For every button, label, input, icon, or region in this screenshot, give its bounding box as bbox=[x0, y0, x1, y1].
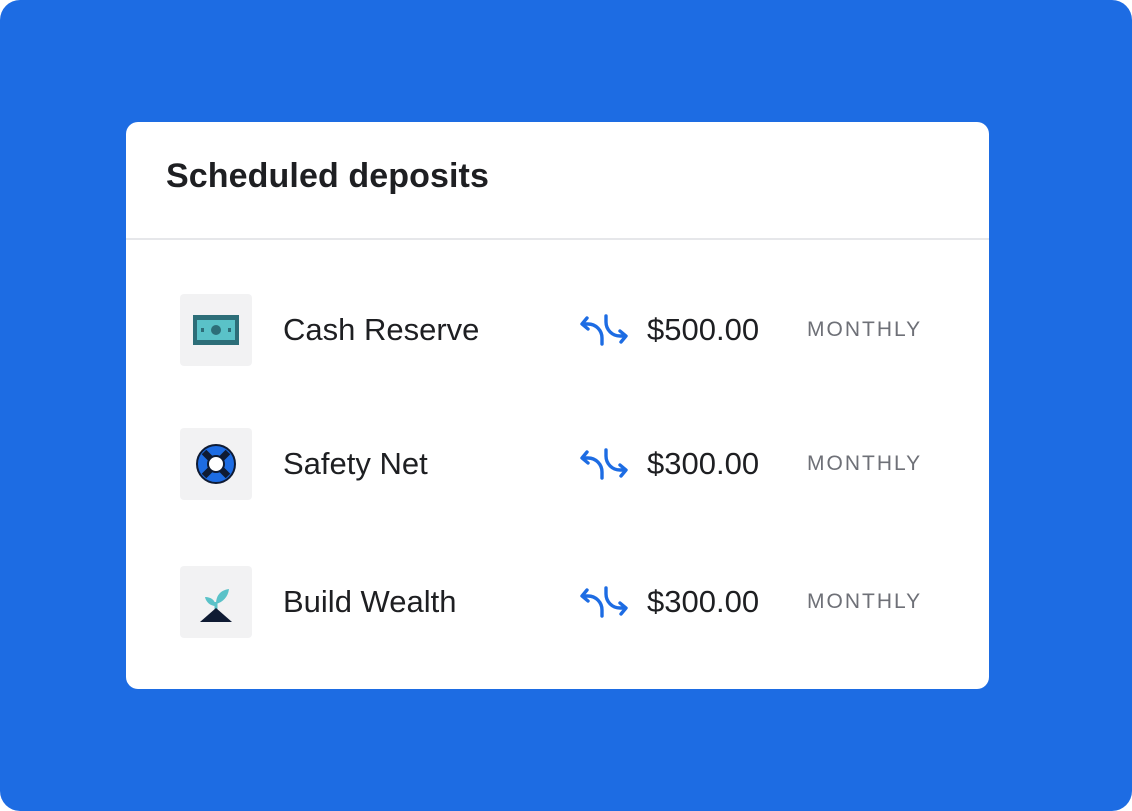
deposit-frequency: MONTHLY bbox=[807, 452, 923, 475]
deposit-amount: $300.00 bbox=[647, 446, 760, 481]
deposit-frequency: MONTHLY bbox=[807, 590, 923, 613]
repeat-icon bbox=[578, 310, 630, 350]
life-ring-icon bbox=[180, 428, 252, 500]
deposit-label: Cash Reserve bbox=[283, 312, 480, 347]
page-background: Scheduled deposits Cash Reserve $500.00 … bbox=[0, 0, 1132, 811]
repeat-icon bbox=[578, 582, 630, 622]
deposit-label: Build Wealth bbox=[283, 584, 457, 619]
cash-icon bbox=[180, 294, 252, 366]
scheduled-deposits-card: Scheduled deposits Cash Reserve $500.00 … bbox=[126, 122, 989, 689]
deposit-row-safety-net[interactable]: Safety Net $300.00 MONTHLY bbox=[126, 428, 989, 500]
deposit-amount: $300.00 bbox=[647, 584, 760, 619]
deposit-amount: $500.00 bbox=[647, 312, 760, 347]
deposit-frequency: MONTHLY bbox=[807, 318, 923, 341]
repeat-icon bbox=[578, 444, 630, 484]
sprout-icon bbox=[180, 566, 252, 638]
card-title: Scheduled deposits bbox=[166, 156, 489, 195]
deposit-row-cash-reserve[interactable]: Cash Reserve $500.00 MONTHLY bbox=[126, 294, 989, 366]
card-header: Scheduled deposits bbox=[126, 122, 989, 240]
deposit-row-build-wealth[interactable]: Build Wealth $300.00 MONTHLY bbox=[126, 566, 989, 638]
deposit-label: Safety Net bbox=[283, 446, 428, 481]
